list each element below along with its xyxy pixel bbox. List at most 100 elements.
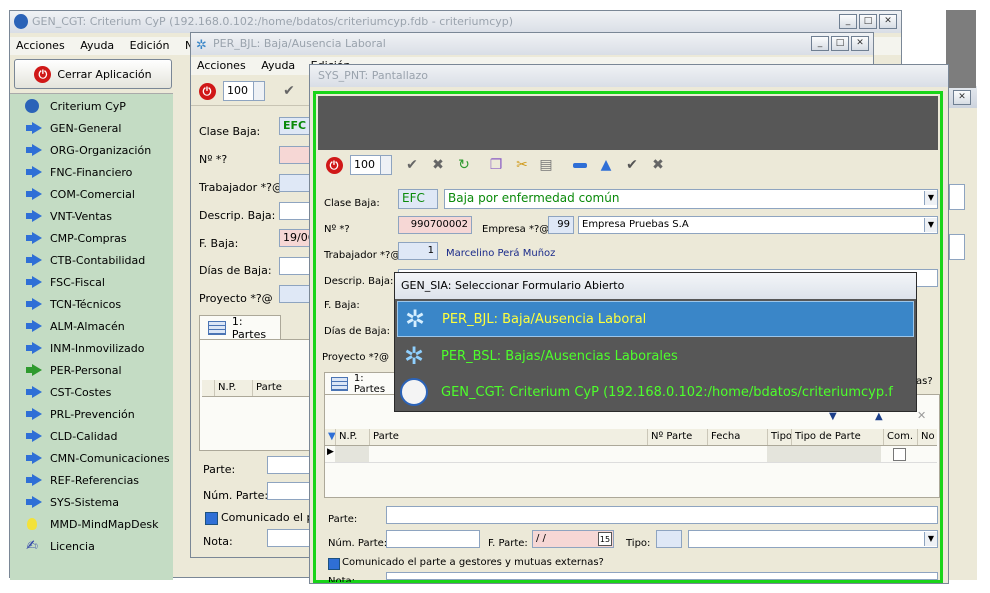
sidebar-item-label: COM-Comercial (50, 187, 135, 201)
col-np[interactable]: N.P. (214, 380, 254, 396)
tipo-dropdown-button[interactable]: ▼ (924, 532, 937, 546)
com-checkbox[interactable] (893, 448, 906, 461)
sidebar-item-gen-general[interactable]: GEN-General (22, 118, 121, 138)
sys-title-bar: SYS_PNT: Pantallazo (310, 65, 948, 87)
menu-edicion[interactable]: Edición (124, 37, 176, 55)
zoom-stepper[interactable]: 100 (223, 81, 265, 101)
minimize-button[interactable]: _ (839, 14, 857, 29)
col-parte[interactable]: Parte (252, 380, 312, 396)
sidebar-item-alm-almac-n[interactable]: ALM-Almacén (22, 316, 125, 336)
sidebar-item-org-organizaci-n[interactable]: ORG-Organización (22, 140, 151, 160)
exit-button[interactable]: ⏻ (324, 155, 344, 175)
parte-field[interactable] (267, 456, 311, 474)
exit-button[interactable]: ⏻ (197, 81, 217, 101)
maximize-button[interactable]: □ (831, 36, 849, 51)
comunicado-checkbox[interactable] (205, 512, 218, 525)
cut-button[interactable]: ✂ (512, 155, 532, 175)
maximize-button[interactable]: □ (859, 14, 877, 29)
close-button[interactable]: ✕ (851, 36, 869, 51)
sidebar-item-cst-costes[interactable]: CST-Costes (22, 382, 111, 402)
col-fecha[interactable]: Fecha (707, 429, 769, 445)
col-parte[interactable]: Parte (369, 429, 649, 445)
minimize-button[interactable]: _ (811, 36, 829, 51)
sidebar-item-ref-referencias[interactable]: REF-Referencias (22, 470, 139, 490)
criterium-logo-icon (14, 14, 28, 29)
popup-item-per-bsl[interactable]: ✲ PER_BSL: Bajas/Ausencias Laborales (397, 339, 914, 373)
tab-partes[interactable]: 1: Partes (324, 372, 396, 395)
sidebar-item-cmp-compras[interactable]: CMP-Compras (22, 228, 127, 248)
menu-ayuda[interactable]: Ayuda (255, 57, 301, 75)
comunicado-checkbox[interactable] (328, 558, 340, 570)
col-tipo-parte[interactable]: Tipo de Parte (791, 429, 885, 445)
col-tipo[interactable]: Tipo (767, 429, 793, 445)
popup-item-per-bjl[interactable]: ✲ PER_BJL: Baja/Ausencia Laboral (397, 301, 914, 337)
sidebar-item-inm-inmovilizado[interactable]: INM-Inmovilizado (22, 338, 145, 358)
arrow-right-icon (22, 428, 42, 444)
clase-code-field[interactable]: EFC (398, 189, 438, 209)
sidebar-item-fnc-financiero[interactable]: FNC-Financiero (22, 162, 132, 182)
grid-icon (331, 376, 348, 391)
arrow-right-icon (22, 164, 42, 180)
label-proyecto: Proyecto *?@ (322, 352, 389, 363)
paste-button[interactable]: ▤ (536, 155, 556, 175)
popup-item-gen-cgt[interactable]: GEN_CGT: Criterium CyP (192.168.0.102:/h… (397, 375, 914, 409)
sidebar-item-fsc-fiscal[interactable]: FSC-Fiscal (22, 272, 105, 292)
sidebar-item-tcn-t-cnicos[interactable]: TCN-Técnicos (22, 294, 121, 314)
tipo-code-field[interactable] (656, 530, 682, 548)
sidebar-item-sys-sistema[interactable]: SYS-Sistema (22, 492, 119, 512)
sidebar-item-per-personal[interactable]: PER-Personal (22, 360, 122, 380)
refresh-button[interactable]: ↻ (454, 155, 474, 175)
sidebar-item-ctb-contabilidad[interactable]: CTB-Contabilidad (22, 250, 145, 270)
trabajador-code-field[interactable]: 1 (398, 242, 438, 260)
label-parte: Parte: (203, 463, 236, 476)
col-no[interactable]: No (917, 429, 937, 445)
cancel-changes-button[interactable]: ✖ (428, 155, 448, 175)
nota-field[interactable] (267, 529, 311, 547)
minus-icon (573, 162, 587, 168)
bjl-title-bar: ✲ PER_BJL: Baja/Ausencia Laboral (191, 33, 873, 55)
arrow-right-icon (22, 186, 42, 202)
menu-acciones[interactable]: Acciones (191, 57, 252, 75)
empresa-code-field[interactable]: 99 (548, 216, 574, 234)
sidebar-item-vnt-ventas[interactable]: VNT-Ventas (22, 206, 112, 226)
sidebar-item-cld-calidad[interactable]: CLD-Calidad (22, 426, 118, 446)
sidebar-item-mmd-mindmapdesk[interactable]: MMD-MindMapDesk (22, 514, 158, 534)
delete-row-icon[interactable]: ✕ (917, 409, 926, 422)
zoom-stepper[interactable]: 100 (350, 155, 392, 175)
tipo-desc-field[interactable] (688, 530, 938, 548)
tab-partes[interactable]: 1: Partes (199, 315, 281, 341)
up-button[interactable]: ▲ (596, 155, 616, 175)
copy-button[interactable]: ❐ (486, 155, 506, 175)
background-close-button[interactable]: ✕ (953, 90, 971, 105)
sidebar-item-licencia[interactable]: ✍ Licencia (22, 536, 95, 556)
validate-button[interactable]: ✔ (402, 155, 422, 175)
sidebar-item-com-comercial[interactable]: COM-Comercial (22, 184, 135, 204)
empresa-dropdown-button[interactable]: ▼ (924, 218, 937, 232)
close-button[interactable]: ✕ (879, 14, 897, 29)
sidebar-item-criterium-cyp[interactable]: Criterium CyP (22, 96, 126, 116)
remove-button[interactable] (570, 155, 590, 175)
col-com[interactable]: Com. (883, 429, 919, 445)
menu-acciones[interactable]: Acciones (10, 37, 71, 55)
num-field[interactable]: 990700002 (398, 216, 472, 234)
clase-dropdown-button[interactable]: ▼ (924, 191, 937, 205)
arrow-right-icon (22, 296, 42, 312)
empresa-name-field[interactable]: Empresa Pruebas S.A (578, 216, 938, 234)
num-parte-field[interactable] (386, 530, 480, 548)
num-parte-field[interactable] (267, 482, 311, 500)
nota-field[interactable] (386, 572, 938, 580)
license-icon: ✍ (26, 538, 38, 554)
close-app-button[interactable]: ⏻ Cerrar Aplicación (14, 59, 172, 89)
col-np[interactable]: N.P. (335, 429, 373, 445)
validate-button[interactable]: ✔ (279, 81, 299, 101)
clase-desc-field[interactable]: Baja por enfermedad común (444, 189, 938, 209)
sidebar-item-cmn-comunicaciones[interactable]: CMN-Comunicaciones (22, 448, 170, 468)
calendar-button[interactable]: 15 (598, 532, 612, 546)
menu-ayuda[interactable]: Ayuda (74, 37, 120, 55)
sidebar-item-prl-prevenci-n[interactable]: PRL-Prevención (22, 404, 135, 424)
table-row[interactable]: ▶ (325, 446, 937, 463)
accept-button[interactable]: ✔ (622, 155, 642, 175)
discard-button[interactable]: ✖ (648, 155, 668, 175)
col-num-parte[interactable]: Nº Parte (647, 429, 709, 445)
parte-field[interactable] (386, 506, 938, 524)
